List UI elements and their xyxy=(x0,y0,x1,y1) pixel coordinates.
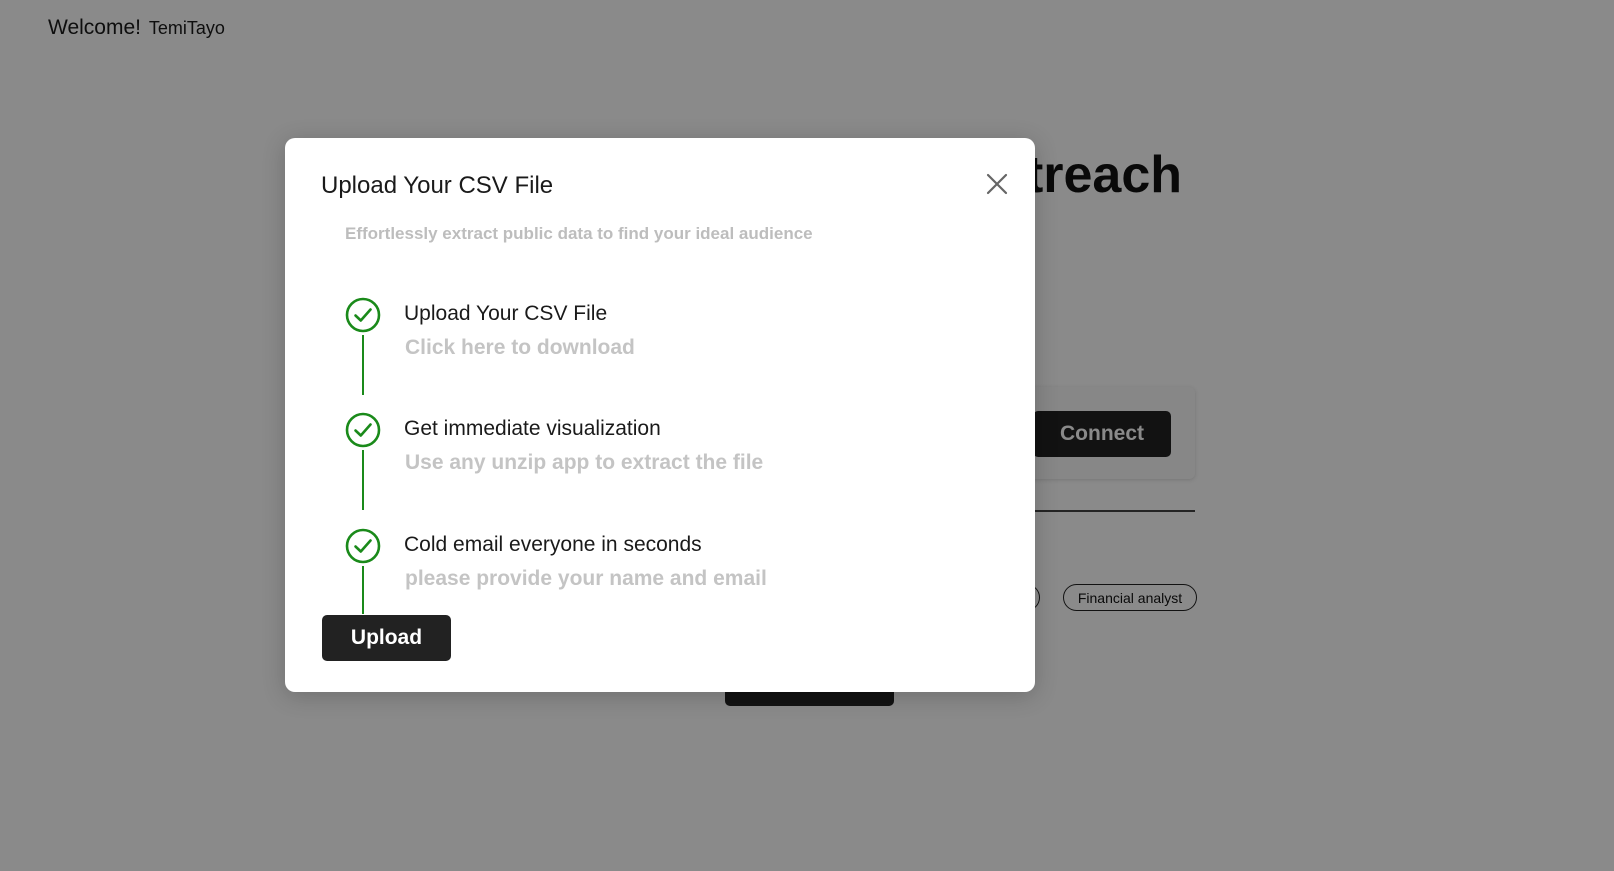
check-circle-icon xyxy=(345,528,381,564)
modal-title: Upload Your CSV File xyxy=(321,172,554,199)
step-item: Upload Your CSV File Click here to downl… xyxy=(345,297,985,413)
upload-csv-modal: Upload Your CSV File Effortlessly extrac… xyxy=(285,138,1035,692)
step-connector xyxy=(362,450,364,510)
close-button[interactable] xyxy=(979,166,1015,202)
modal-subtitle: Effortlessly extract public data to find… xyxy=(345,224,813,243)
step-description: please provide your name and email xyxy=(405,567,767,590)
step-connector xyxy=(362,335,364,395)
upload-button[interactable]: Upload xyxy=(322,615,451,661)
step-connector xyxy=(362,566,364,614)
step-download-link[interactable]: Click here to download xyxy=(405,336,635,360)
check-circle-icon xyxy=(345,412,381,448)
step-description: Use any unzip app to extract the file xyxy=(405,451,764,474)
step-title: Upload Your CSV File xyxy=(404,302,608,325)
step-item: Get immediate visualization Use any unzi… xyxy=(345,412,985,528)
close-icon xyxy=(986,173,1008,195)
step-title: Cold email everyone in seconds xyxy=(404,533,702,556)
check-circle-icon xyxy=(345,297,381,333)
step-title: Get immediate visualization xyxy=(404,417,661,440)
